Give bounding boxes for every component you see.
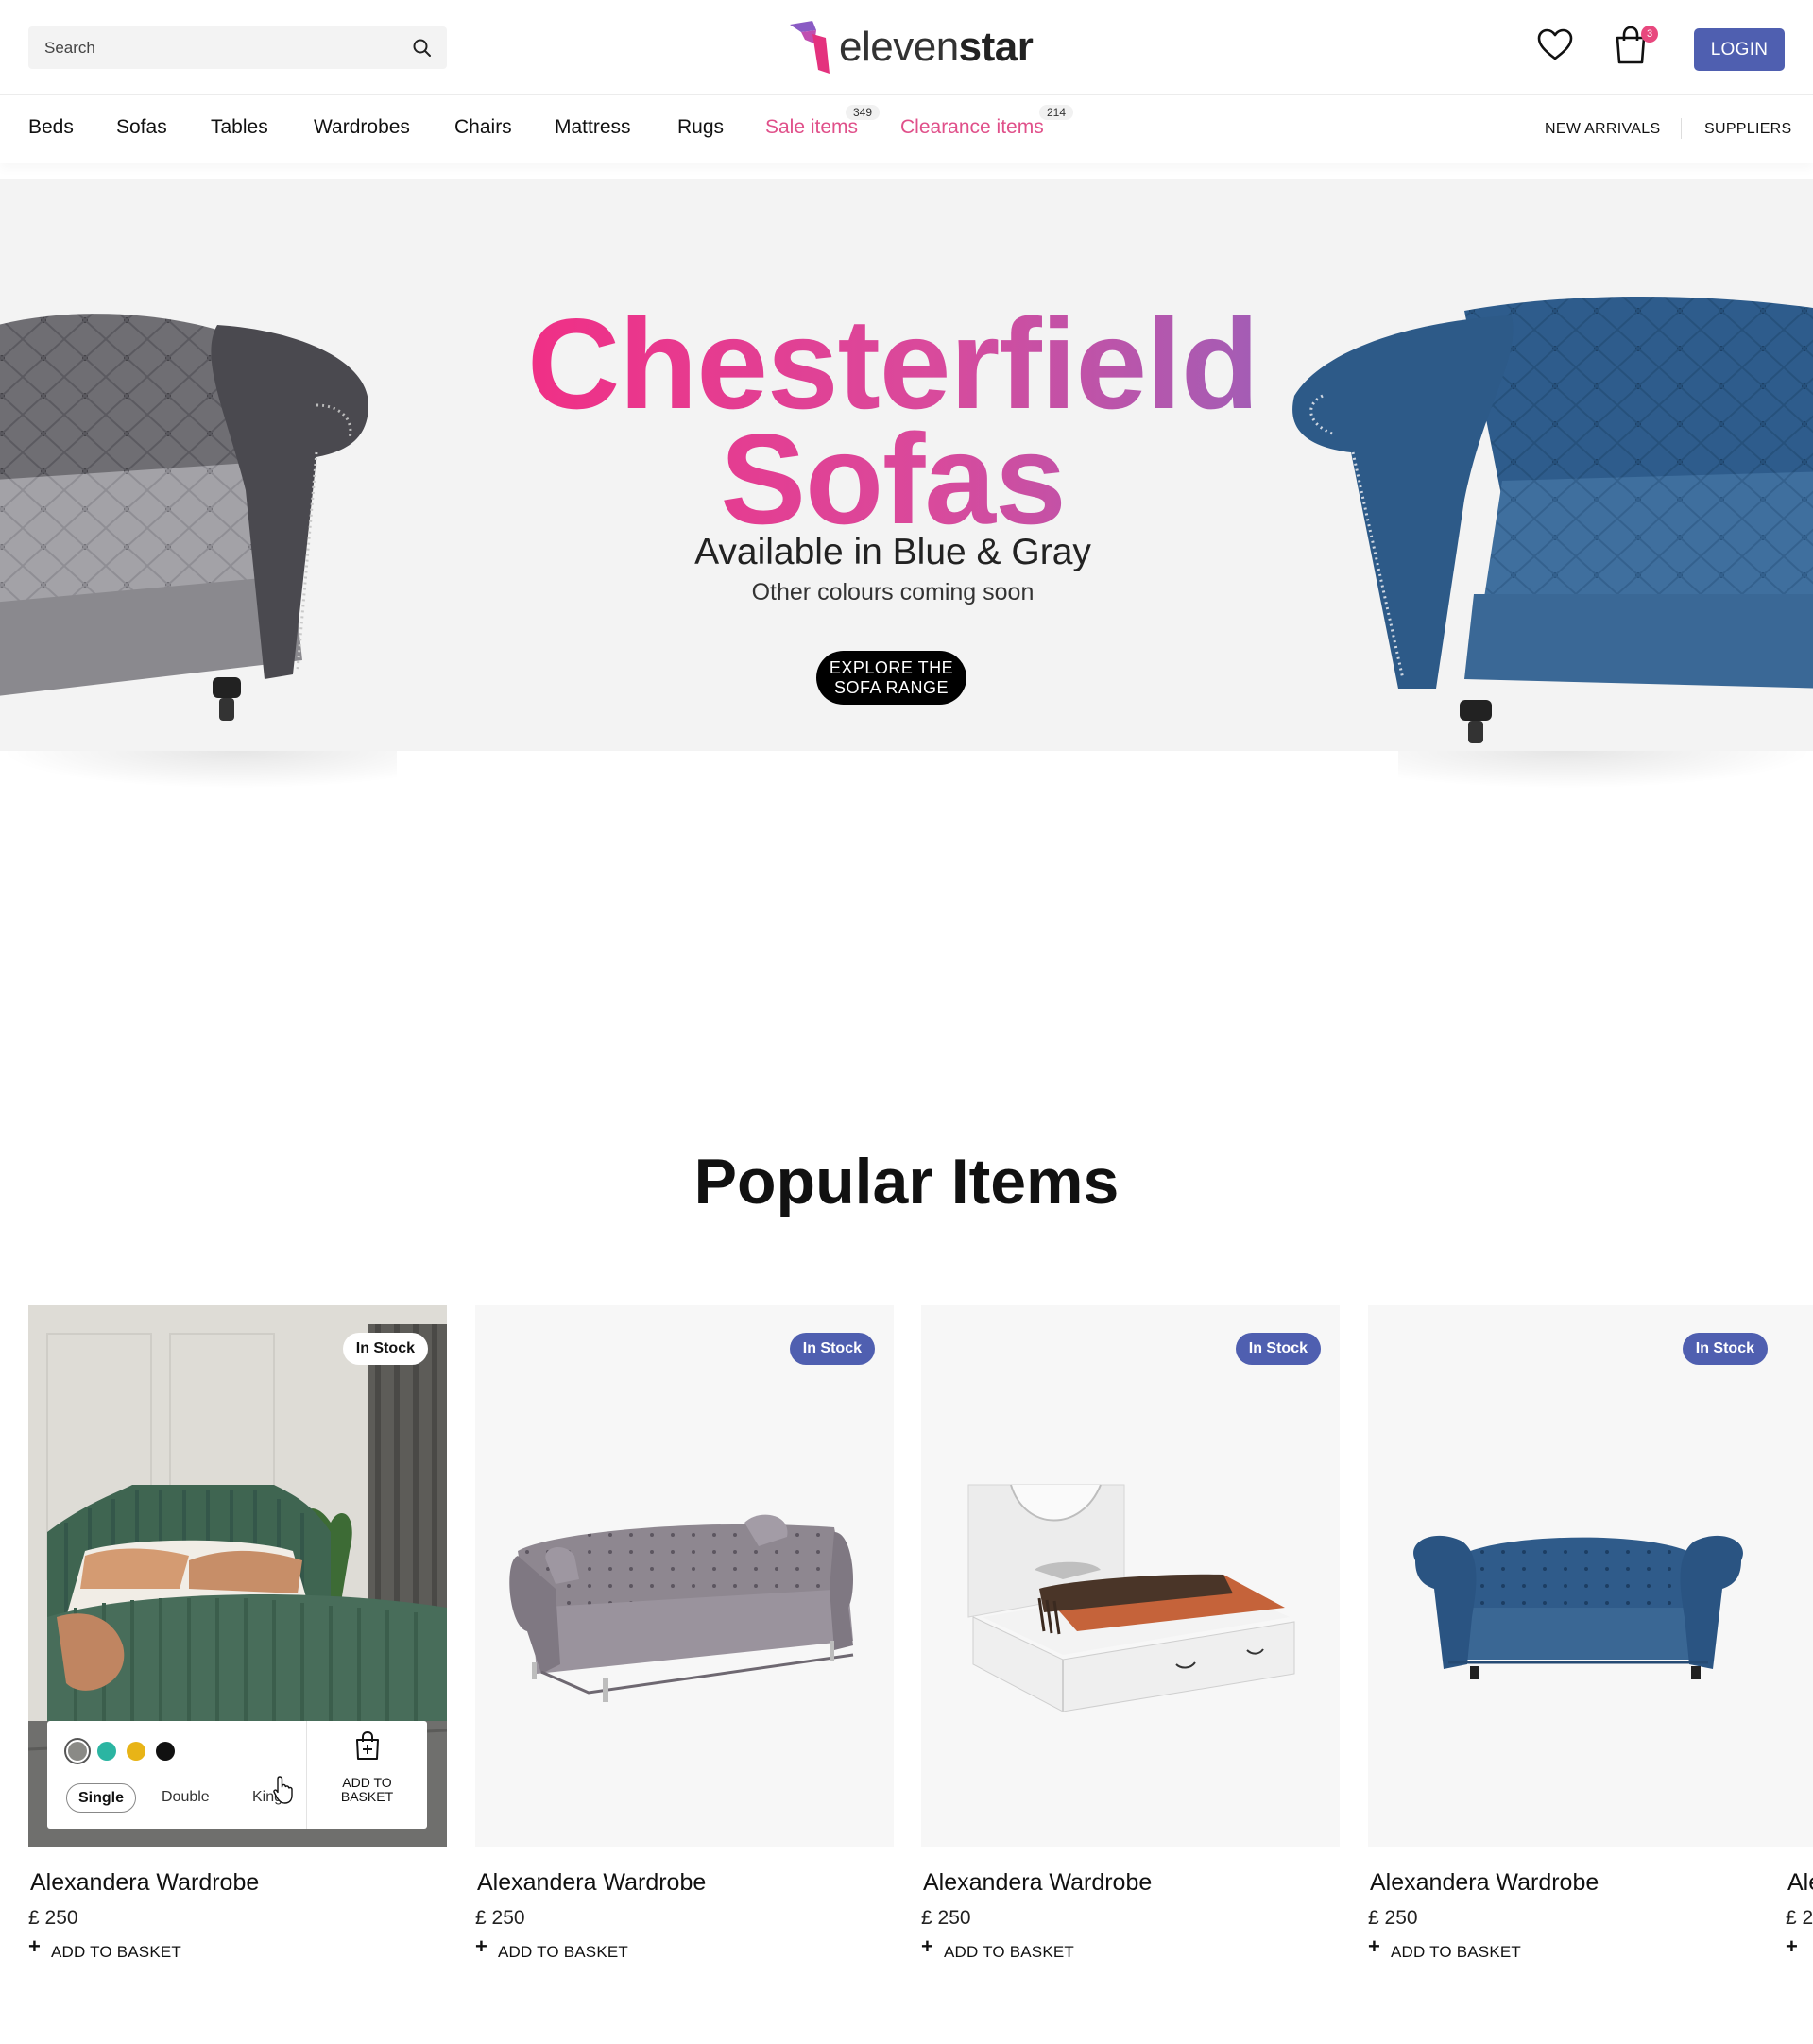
- nav-item-mattress[interactable]: Mattress: [555, 116, 631, 139]
- in-stock-badge: In Stock: [1682, 1333, 1768, 1365]
- logo-text-bold: star: [958, 24, 1034, 70]
- product-name[interactable]: Ale: [1787, 1869, 1813, 1897]
- nav-item-tables[interactable]: Tables: [211, 116, 268, 139]
- plus-icon: +: [1368, 1934, 1381, 1958]
- product-name[interactable]: Alexandera Wardrobe: [1370, 1869, 1599, 1897]
- plus-icon: +: [28, 1934, 42, 1958]
- product-image[interactable]: In Stock: [475, 1305, 894, 1847]
- sofa-shadow-right: [1398, 751, 1813, 789]
- product-name[interactable]: Alexandera Wardrobe: [923, 1869, 1152, 1897]
- login-button[interactable]: LOGIN: [1694, 28, 1785, 71]
- quick-add-label-line-2: BASKET: [340, 1789, 394, 1804]
- hero-title-line-1: Chesterfield: [527, 292, 1258, 435]
- nav-item-beds[interactable]: Beds: [28, 116, 74, 139]
- site-header: elevenstar 3 LOGIN: [0, 0, 1813, 95]
- plus-icon: +: [1786, 1934, 1799, 1958]
- nav-item-chairs[interactable]: Chairs: [454, 116, 512, 139]
- plus-icon: +: [475, 1934, 488, 1958]
- sale-count-badge: 349: [846, 105, 881, 120]
- quick-add-label-line-1: ADD TO: [342, 1775, 392, 1790]
- explore-button-line-1: EXPLORE THE: [829, 657, 954, 677]
- popular-items-heading: Popular Items: [693, 1146, 1120, 1218]
- plus-icon: +: [921, 1934, 934, 1958]
- nav-new-arrivals[interactable]: NEW ARRIVALS: [1545, 121, 1660, 138]
- search-input[interactable]: [28, 26, 387, 69]
- quick-add-to-basket-button[interactable]: ADD TO BASKET: [307, 1721, 427, 1829]
- logo[interactable]: elevenstar: [788, 17, 1034, 77]
- logo-wordmark: elevenstar: [839, 23, 1034, 72]
- product-image[interactable]: In Stock Single Double King ADD TO BASKE…: [28, 1305, 447, 1847]
- logo-mark-icon: [790, 21, 830, 74]
- product-name[interactable]: Alexandera Wardrobe: [30, 1869, 259, 1897]
- product-price: £ 250: [28, 1907, 78, 1929]
- add-to-basket-link[interactable]: + ADD TO BASKET: [28, 1934, 182, 1963]
- quick-add-label: ADD TO BASKET: [307, 1776, 427, 1804]
- product-image[interactable]: [1786, 1305, 1813, 1847]
- hero-title-line-2: Sofas: [720, 407, 1066, 551]
- hero-subtitle: Available in Blue & Gray: [694, 532, 1091, 572]
- swatch-yellow[interactable]: [127, 1742, 145, 1761]
- product-card[interactable]: Ale £ 2 +: [1786, 1305, 1813, 1985]
- hand-pointer-cursor-icon: [273, 1776, 293, 1804]
- add-to-basket-label: ADD TO BASKET: [944, 1943, 1075, 1961]
- nav-item-sofas[interactable]: Sofas: [116, 116, 167, 139]
- blue-sofa-image: [1292, 297, 1813, 743]
- size-double[interactable]: Double: [162, 1783, 210, 1813]
- in-stock-badge: In Stock: [1235, 1333, 1321, 1365]
- add-to-basket-label: ADD TO BASKET: [498, 1943, 629, 1961]
- hero-note: Other colours coming soon: [751, 579, 1035, 605]
- clearance-count-badge: 214: [1039, 105, 1074, 120]
- grey-sofa-image: [0, 314, 368, 721]
- sofa-shadow-left: [0, 751, 397, 789]
- product-price: £ 250: [475, 1907, 525, 1929]
- product-image[interactable]: In Stock: [1368, 1305, 1787, 1847]
- search-icon[interactable]: [411, 37, 434, 60]
- white-ottoman-bed-image: [967, 1484, 1295, 1712]
- swatch-black[interactable]: [156, 1742, 175, 1761]
- add-to-basket-label: ADD TO BASKET: [51, 1943, 182, 1961]
- explore-sofa-range-button[interactable]: EXPLORE THE SOFA RANGE: [816, 651, 966, 705]
- grey-tufted-sofa-image: [509, 1514, 854, 1702]
- nav-item-rugs[interactable]: Rugs: [677, 116, 724, 139]
- logo-text-light: eleven: [839, 24, 959, 70]
- product-image[interactable]: In Stock: [921, 1305, 1340, 1847]
- swatch-grey[interactable]: [68, 1742, 87, 1761]
- add-to-basket-link[interactable]: +: [1786, 1934, 1808, 1963]
- nav-divider: [1681, 118, 1682, 139]
- hero-title: Chesterfield Sofas: [491, 306, 1294, 537]
- product-price: £ 250: [921, 1907, 971, 1929]
- wishlist-heart-icon[interactable]: [1536, 26, 1574, 64]
- nav-item-wardrobes[interactable]: Wardrobes: [314, 116, 410, 139]
- swatch-teal[interactable]: [97, 1742, 116, 1761]
- in-stock-badge: In Stock: [789, 1333, 875, 1365]
- add-to-basket-link[interactable]: + ADD TO BASKET: [475, 1934, 629, 1963]
- size-single[interactable]: Single: [66, 1783, 137, 1813]
- product-price: £ 250: [1368, 1907, 1418, 1929]
- add-to-basket-bag-icon: [356, 1730, 379, 1760]
- nav-item-clearance[interactable]: Clearance items: [900, 116, 1044, 139]
- product-name[interactable]: Alexandera Wardrobe: [477, 1869, 706, 1897]
- product-price: £ 2: [1786, 1907, 1813, 1929]
- cart-count-badge: 3: [1641, 26, 1658, 43]
- nav-suppliers[interactable]: SUPPLIERS: [1704, 121, 1792, 138]
- blue-chesterfield-sofa-image: [1413, 1535, 1743, 1679]
- explore-button-line-2: SOFA RANGE: [833, 677, 949, 697]
- hero-banner: Chesterfield Sofas Available in Blue & G…: [0, 179, 1813, 751]
- quick-add-panel: Single Double King ADD TO BASKET: [47, 1721, 427, 1829]
- add-to-basket-link[interactable]: + ADD TO BASKET: [921, 1934, 1075, 1963]
- nav-item-sale[interactable]: Sale items: [765, 116, 858, 139]
- search-bar[interactable]: [28, 26, 447, 69]
- category-nav: Beds Sofas Tables Wardrobes Chairs Mattr…: [0, 95, 1813, 163]
- add-to-basket-link[interactable]: + ADD TO BASKET: [1368, 1934, 1522, 1963]
- add-to-basket-label: ADD TO BASKET: [1391, 1943, 1522, 1961]
- in-stock-badge: In Stock: [342, 1333, 428, 1365]
